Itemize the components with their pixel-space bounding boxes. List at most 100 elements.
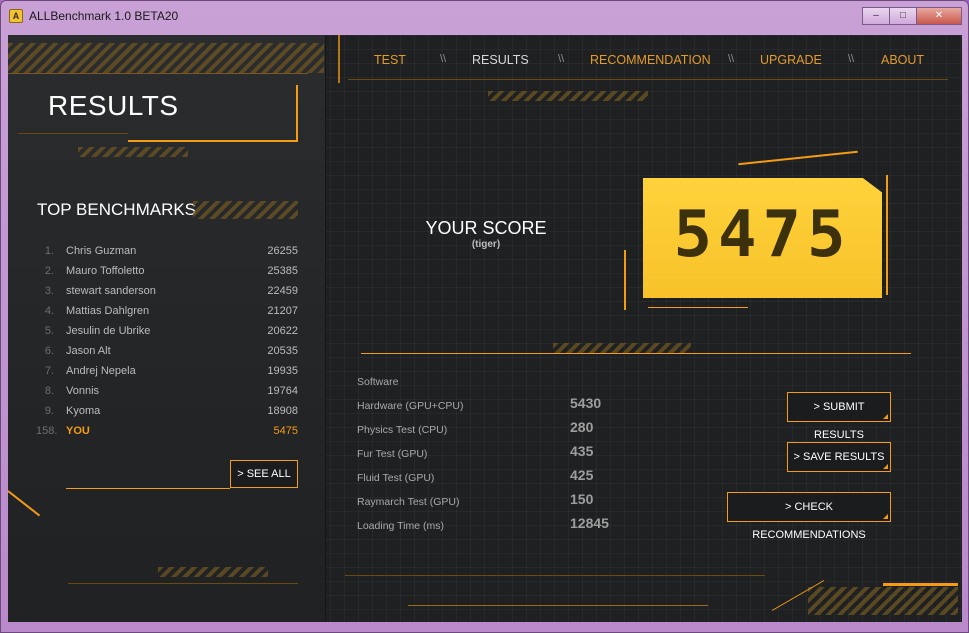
rank: 8. <box>44 385 54 397</box>
nav-stripes <box>488 91 648 101</box>
top-benchmarks-title: TOP BENCHMARKS <box>37 200 197 219</box>
benchmarks-stripes <box>193 201 298 219</box>
nav-left-bracket <box>338 35 340 83</box>
stat-value-fluid: 425 <box>570 467 594 483</box>
tab-test[interactable]: TEST <box>374 53 406 67</box>
list-item: 7. Andrej Nepela 19935 <box>36 365 298 385</box>
submit-results-label: > SUBMIT RESULTS <box>813 401 865 441</box>
player-name: Vonnis <box>66 385 100 397</box>
score-top-accent <box>738 150 858 166</box>
bottom-thin-line <box>68 583 298 584</box>
stat-value-hardware: 5430 <box>570 395 602 411</box>
title-bracket <box>296 85 298 142</box>
stat-value-loading-time: 12845 <box>570 515 609 531</box>
rank: 3. <box>44 285 54 297</box>
see-all-underline <box>66 488 230 489</box>
player-name: YOU <box>66 425 90 437</box>
title-bar[interactable]: A ALLBenchmark 1.0 BETA20 – □ ✕ <box>1 1 968 31</box>
window-title: ALLBenchmark 1.0 BETA20 <box>29 9 179 23</box>
score-username: (tiger) <box>471 239 501 250</box>
player-name: Jason Alt <box>66 345 111 357</box>
bottom-right-bar <box>883 583 958 586</box>
rank: 9. <box>44 405 54 417</box>
player-score: 26255 <box>267 245 298 257</box>
player-score: 25385 <box>267 265 298 277</box>
player-name: Jesulin de Ubrike <box>66 325 151 337</box>
tab-recommendation[interactable]: RECOMMENDATION <box>590 53 711 67</box>
bottom-right-stripes <box>808 587 958 615</box>
corner-tick-icon <box>883 414 888 419</box>
bottom-accent <box>408 605 708 606</box>
stat-label-hardware: Hardware (GPU+CPU) <box>357 400 464 412</box>
nav-separator: \\ <box>440 53 447 65</box>
player-score: 20535 <box>267 345 298 357</box>
nav-separator: \\ <box>848 53 855 65</box>
score-box: 5475 <box>643 178 882 298</box>
rank: 4. <box>44 305 54 317</box>
list-item: 8. Vonnis 19764 <box>36 385 298 405</box>
list-item: 3. stewart sanderson 22459 <box>36 285 298 305</box>
list-item: 5. Jesulin de Ubrike 20622 <box>36 325 298 345</box>
list-item: 4. Mattias Dahlgren 21207 <box>36 305 298 325</box>
minimize-button[interactable]: – <box>862 7 890 25</box>
player-score: 19935 <box>267 365 298 377</box>
stat-value-fur: 435 <box>570 443 594 459</box>
player-name: Kyoma <box>66 405 101 417</box>
your-rank-row: 158. YOU 5475 <box>36 425 298 445</box>
player-name: Chris Guzman <box>66 245 137 257</box>
main-nav: TEST \\ RESULTS \\ RECOMMENDATION \\ UPG… <box>348 53 948 73</box>
player-name: stewart sanderson <box>66 285 156 297</box>
nav-separator: \\ <box>558 53 565 65</box>
bottom-divider <box>345 575 765 576</box>
bottom-accent-line <box>8 490 41 517</box>
header-divider <box>8 73 308 74</box>
stats-values: 5430 280 435 425 150 12845 <box>570 395 609 539</box>
nav-separator: \\ <box>728 53 735 65</box>
player-score: 21207 <box>267 305 298 317</box>
header-stripes <box>8 43 324 73</box>
check-recommendations-label: > CHECK RECOMMENDATIONS <box>752 501 866 541</box>
player-score: 5475 <box>273 425 298 437</box>
title-thin-line <box>18 133 128 134</box>
tab-results[interactable]: RESULTS <box>472 53 529 67</box>
list-item: 1. Chris Guzman 26255 <box>36 245 298 265</box>
player-score: 20622 <box>267 325 298 337</box>
rank: 158. <box>36 425 58 437</box>
submit-results-button[interactable]: > SUBMIT RESULTS <box>787 392 891 441</box>
nav-divider <box>348 79 948 80</box>
maximize-button[interactable]: □ <box>889 7 917 25</box>
stat-value-raymarch: 150 <box>570 491 594 507</box>
save-results-button[interactable]: > SAVE RESULTS <box>787 442 891 472</box>
stat-label-physics: Physics Test (CPU) <box>357 424 448 436</box>
app-window: A ALLBenchmark 1.0 BETA20 – □ ✕ RESULTS … <box>0 0 969 633</box>
rank: 5. <box>44 325 54 337</box>
your-score-label: YOUR SCORE <box>425 218 547 238</box>
tab-upgrade[interactable]: UPGRADE <box>760 53 822 67</box>
tab-about[interactable]: ABOUT <box>881 53 924 67</box>
stat-label-raymarch: Raymarch Test (GPU) <box>357 496 460 508</box>
score-left-accent <box>624 250 626 310</box>
stats-stripes <box>553 343 691 353</box>
list-item: 6. Jason Alt 20535 <box>36 345 298 365</box>
player-name: Andrej Nepela <box>66 365 136 377</box>
title-underline <box>128 140 296 142</box>
player-score: 22459 <box>267 285 298 297</box>
stat-label-software: Software <box>357 376 399 388</box>
see-all-button[interactable]: > SEE ALL <box>230 460 298 488</box>
app-client-area: RESULTS TOP BENCHMARKS 1. Chris Guzman 2… <box>8 35 962 622</box>
corner-tick-icon <box>883 514 888 519</box>
window-controls: – □ ✕ <box>862 7 962 25</box>
score-bottom-accent <box>648 307 748 308</box>
player-name: Mattias Dahlgren <box>66 305 150 317</box>
left-panel: RESULTS TOP BENCHMARKS 1. Chris Guzman 2… <box>8 35 326 622</box>
stat-label-loading-time: Loading Time (ms) <box>357 520 444 532</box>
check-recommendations-button[interactable]: > CHECK RECOMMENDATIONS <box>727 492 891 541</box>
stat-label-fluid: Fluid Test (GPU) <box>357 472 435 484</box>
rank: 7. <box>44 365 54 377</box>
stat-label-fur: Fur Test (GPU) <box>357 448 428 460</box>
rank: 2. <box>44 265 54 277</box>
stats-labels: Software Hardware (GPU+CPU) Physics Test… <box>357 376 463 544</box>
bottom-stripes <box>158 567 268 577</box>
list-item: 2. Mauro Toffoletto 25385 <box>36 265 298 285</box>
close-button[interactable]: ✕ <box>916 7 962 25</box>
